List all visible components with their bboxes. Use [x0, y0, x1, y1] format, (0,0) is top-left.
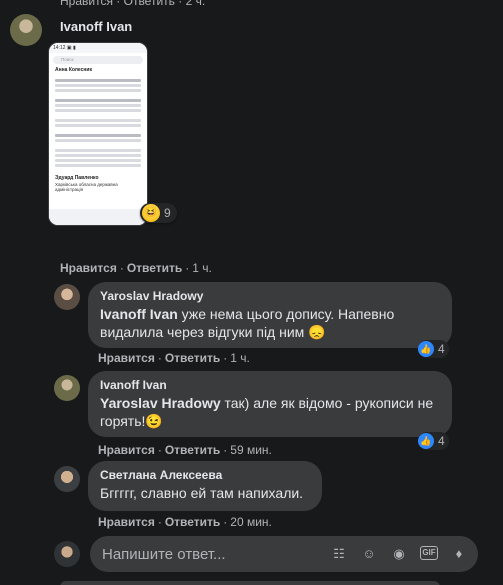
- avatar[interactable]: [54, 541, 80, 567]
- reply-bubble: Yaroslav Hradowy Ivanoff Ivan уже нема ц…: [88, 282, 452, 348]
- reply-button[interactable]: Ответить: [127, 261, 182, 275]
- timestamp[interactable]: 20 мин.: [230, 515, 272, 529]
- phone-status-bar: 14:12 ▣ ▮: [49, 43, 147, 53]
- avatar[interactable]: [10, 14, 42, 46]
- camera-icon[interactable]: ◉: [390, 546, 408, 562]
- avatar[interactable]: [54, 284, 80, 310]
- attached-screenshot[interactable]: 14:12 ▣ ▮ Поиск Анна Колесник Эдуард Пав…: [48, 42, 148, 226]
- like-button[interactable]: Нравится: [98, 443, 155, 457]
- sticker-icon[interactable]: ☷: [330, 546, 348, 562]
- previous-comment-meta: Нравится · Ответить · 2 ч.: [60, 0, 206, 8]
- reaction-summary[interactable]: 😆 9: [140, 203, 177, 223]
- screenshot-footer-sub: Харківська обласна державна адміністраці…: [55, 182, 118, 192]
- like-button[interactable]: Нравится: [98, 515, 155, 529]
- gif-icon[interactable]: GIF: [420, 546, 438, 560]
- next-comment-edge: [60, 581, 440, 585]
- like-count-badge[interactable]: 👍 4: [418, 432, 449, 450]
- timestamp[interactable]: 59 мин.: [230, 443, 272, 457]
- like-icon: 👍: [418, 433, 434, 449]
- screenshot-search: Поиск: [53, 56, 143, 64]
- reply-button[interactable]: Ответить: [165, 351, 220, 365]
- reply-author[interactable]: Ivanoff Ivan: [100, 378, 440, 392]
- screenshot-footer-author: Эдуард Павленко: [55, 175, 99, 181]
- like-count: 4: [438, 342, 445, 356]
- reply-actions: Нравится · Ответить · 59 мин.: [98, 443, 272, 457]
- reply-bubble: Ivanoff Ivan Yaroslav Hradowy так) але я…: [88, 371, 452, 437]
- avatar[interactable]: [54, 466, 80, 492]
- reply-actions: Нравится · Ответить · 1 ч.: [98, 351, 250, 365]
- reply-composer[interactable]: Напишите ответ... ☷ ☺ ◉ GIF ♦: [90, 536, 478, 572]
- reply-button[interactable]: Ответить: [165, 443, 220, 457]
- sticker-pack-icon[interactable]: ♦: [450, 546, 468, 562]
- haha-reaction-icon: 😆: [142, 204, 160, 222]
- mention[interactable]: Yaroslav Hradowy: [100, 395, 221, 411]
- reply-author[interactable]: Светлана Алексеева: [100, 468, 310, 482]
- reply-author[interactable]: Yaroslav Hradowy: [100, 289, 440, 303]
- reply-input[interactable]: Напишите ответ...: [102, 546, 330, 563]
- reaction-count: 9: [164, 206, 171, 220]
- timestamp[interactable]: 1 ч.: [230, 351, 250, 365]
- like-button[interactable]: Нравится: [98, 351, 155, 365]
- reply-text: Бггггг, славно ей там напихали.: [100, 485, 304, 501]
- like-count-badge[interactable]: 👍 4: [418, 340, 449, 358]
- main-comment-actions: Нравится · Ответить · 1 ч.: [60, 261, 212, 275]
- reply-button[interactable]: Ответить: [165, 515, 220, 529]
- phone-nav-bar: [49, 209, 147, 225]
- mention[interactable]: Ivanoff Ivan: [100, 306, 178, 322]
- like-button[interactable]: Нравится: [60, 261, 117, 275]
- comment-author[interactable]: Ivanoff Ivan: [60, 19, 132, 34]
- timestamp[interactable]: 1 ч.: [192, 261, 212, 275]
- like-count: 4: [438, 434, 445, 448]
- reply-bubble: Светлана Алексеева Бггггг, славно ей там…: [88, 461, 322, 511]
- emoji-icon[interactable]: ☺: [360, 546, 378, 562]
- like-icon: 👍: [418, 341, 434, 357]
- reply-actions: Нравится · Ответить · 20 мин.: [98, 515, 272, 529]
- avatar[interactable]: [54, 375, 80, 401]
